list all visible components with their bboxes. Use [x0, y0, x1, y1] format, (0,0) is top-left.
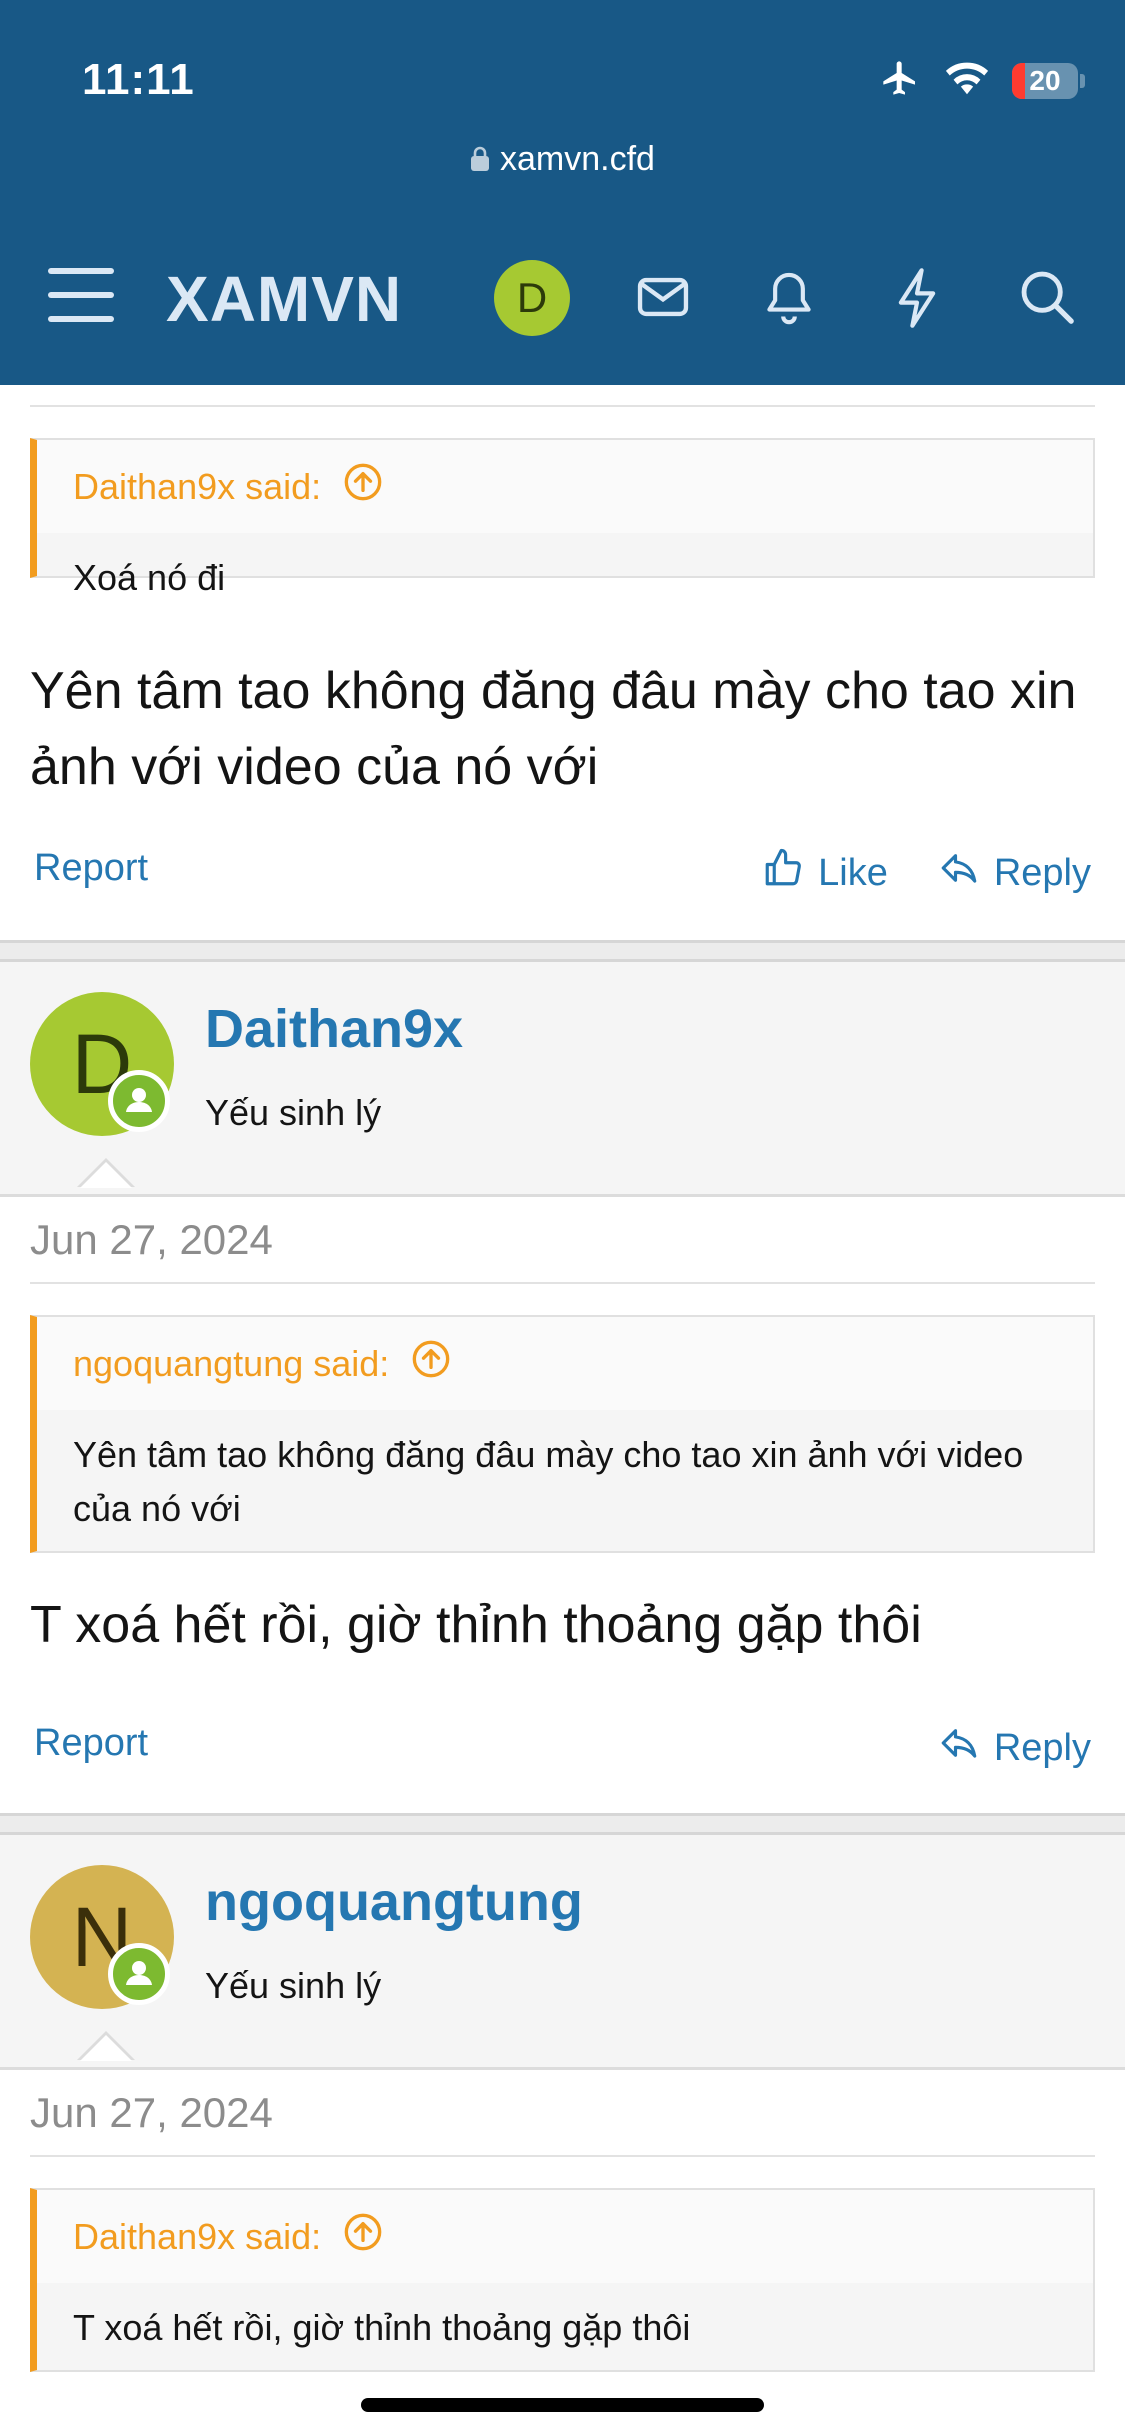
reply-label: Reply: [993, 851, 1091, 894]
status-icons: 20: [878, 58, 1085, 103]
quote-header[interactable]: ngoquangtung said:: [37, 1317, 1093, 1410]
battery-indicator: 20: [1012, 62, 1085, 99]
bell-icon[interactable]: [761, 268, 817, 333]
report-link[interactable]: Report: [34, 1722, 148, 1765]
divider: [30, 2155, 1095, 2157]
reply-icon: [938, 847, 980, 899]
quote-author: Daithan9x said:: [73, 2215, 322, 2257]
quote-text: Xoá nó đi: [73, 557, 226, 598]
home-indicator[interactable]: [361, 2398, 764, 2412]
wifi-icon: [944, 60, 990, 101]
url-bar[interactable]: xamvn.cfd: [0, 140, 1125, 181]
post-separator: [0, 940, 1125, 962]
arrow-up-circle-icon[interactable]: [343, 2212, 383, 2261]
quote-author: Daithan9x said:: [73, 465, 322, 507]
divider: [30, 1282, 1095, 1284]
quote-header[interactable]: Daithan9x said:: [37, 2190, 1093, 2283]
post-user-bar: N ngoquangtung Yếu sinh lý: [0, 1835, 1125, 2070]
like-button[interactable]: Like: [762, 847, 888, 899]
report-link[interactable]: Report: [34, 847, 148, 890]
user-title: Yếu sinh lý: [205, 1092, 382, 1133]
status-time: 11:11: [82, 55, 195, 104]
site-logo[interactable]: XAMVN: [166, 262, 402, 336]
reply-button[interactable]: Reply: [938, 1722, 1091, 1774]
reply-label: Reply: [993, 1726, 1091, 1769]
thumbs-up-icon: [762, 847, 804, 899]
online-badge-icon: [108, 1943, 170, 2005]
post-actions: Report Like Reply: [34, 847, 1091, 907]
like-label: Like: [818, 851, 888, 894]
reply-icon: [938, 1722, 980, 1774]
battery-level: 20: [1029, 64, 1061, 96]
arrow-up-circle-icon[interactable]: [411, 1339, 451, 1388]
reply-button[interactable]: Reply: [938, 847, 1091, 899]
airplane-icon: [878, 58, 922, 103]
user-title: Yếu sinh lý: [205, 1965, 382, 2006]
arrow-up-circle-icon[interactable]: [343, 462, 383, 511]
quote-text: Yên tâm tao không đăng đâu mày cho tao x…: [73, 1434, 1024, 1529]
search-icon[interactable]: [1018, 268, 1076, 331]
lock-icon: [470, 142, 490, 181]
quote-header[interactable]: Daithan9x said:: [37, 440, 1093, 533]
username[interactable]: ngoquangtung: [205, 1871, 583, 1933]
quote-author: ngoquangtung said:: [73, 1342, 390, 1384]
inbox-icon[interactable]: [634, 268, 692, 331]
quote-block: Daithan9x said: Xoá nó đi: [30, 438, 1095, 598]
divider: [30, 405, 1095, 407]
post-message: T xoá hết rồi, giờ thỉnh thoảng gặp thôi: [30, 1596, 922, 1654]
url-text: xamvn.cfd: [500, 140, 655, 178]
lightning-icon[interactable]: [892, 268, 942, 333]
user-avatar-button[interactable]: D: [494, 260, 570, 336]
post-user-bar: D Daithan9x Yếu sinh lý: [0, 962, 1125, 1197]
quote-block: Daithan9x said: T xoá hết rồi, giờ thỉnh…: [30, 2188, 1095, 2372]
post-message: Yên tâm tao không đăng đâu mày cho tao x…: [30, 662, 1077, 796]
post-actions: Report Reply: [34, 1722, 1091, 1782]
quote-text: T xoá hết rồi, giờ thỉnh thoảng gặp thôi: [73, 2307, 691, 2348]
menu-icon[interactable]: [48, 266, 114, 329]
post-separator: [0, 1813, 1125, 1835]
post-date[interactable]: Jun 27, 2024: [30, 2089, 273, 2137]
quote-block: ngoquangtung said: Yên tâm tao không đăn…: [30, 1315, 1095, 1553]
username[interactable]: Daithan9x: [205, 998, 463, 1060]
navbar: XAMVN D: [0, 248, 1125, 348]
header: 11:11 20 xamvn.cfd XAMVN D: [0, 0, 1125, 385]
post-date[interactable]: Jun 27, 2024: [30, 1216, 273, 1264]
online-badge-icon: [108, 1070, 170, 1132]
